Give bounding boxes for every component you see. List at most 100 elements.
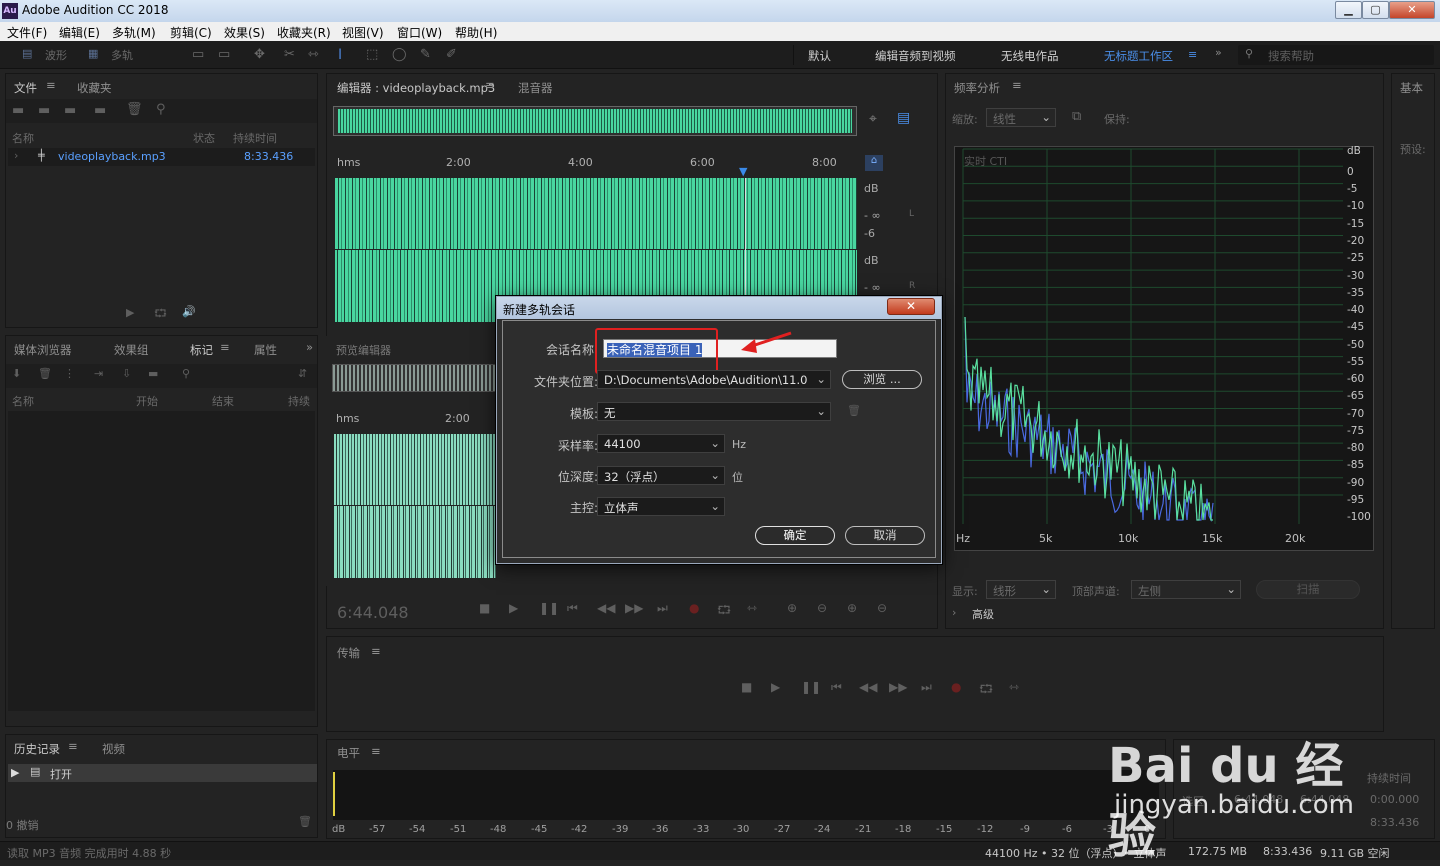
multitrack-mode-button[interactable]: 多轨 bbox=[111, 47, 133, 63]
column-end[interactable]: 结束 bbox=[212, 393, 234, 409]
import-icon[interactable]: ▬ bbox=[38, 103, 50, 118]
snap-icon[interactable]: ⌂ bbox=[865, 155, 883, 171]
skip-forward-icon[interactable]: ⏭ bbox=[657, 601, 668, 616]
workspace-default[interactable]: 默认 bbox=[808, 48, 831, 64]
loop-preview-icon[interactable]: ⮔ bbox=[154, 305, 167, 324]
delete-marker-icon[interactable]: 🗑 bbox=[38, 367, 52, 380]
tab-levels[interactable]: 电平 bbox=[337, 745, 360, 761]
pause-icon[interactable]: ❚❚ bbox=[801, 680, 821, 694]
play-icon[interactable]: ▶ bbox=[509, 601, 518, 615]
multitrack-mode-icon[interactable]: ▦ bbox=[88, 47, 98, 60]
channel-right-toggle[interactable]: R bbox=[909, 281, 915, 291]
navigator-mode-icon[interactable]: ▤ bbox=[897, 110, 910, 126]
panel-menu-icon[interactable]: ≡ bbox=[220, 340, 230, 354]
slip-tool-icon[interactable]: ⇿ bbox=[308, 47, 319, 62]
hold-icon[interactable]: ⧉ bbox=[1072, 109, 1081, 124]
menu-multitrack[interactable]: 多轨(M) bbox=[112, 24, 156, 41]
zoom-select[interactable]: 线性 ⌄ bbox=[986, 108, 1056, 127]
channel-left-toggle[interactable]: L bbox=[909, 209, 914, 219]
column-start[interactable]: 开始 bbox=[136, 393, 158, 409]
master-select[interactable]: 立体声 ⌄ bbox=[597, 497, 725, 516]
menu-window[interactable]: 窗口(W) bbox=[397, 24, 442, 41]
overview-navigator[interactable] bbox=[333, 106, 857, 136]
search-markers-icon[interactable]: ⚲ bbox=[182, 367, 190, 380]
search-help-box[interactable]: ⚲ 搜索帮助 bbox=[1238, 45, 1434, 65]
history-item[interactable]: ▶ ▤ 打开 bbox=[8, 764, 317, 782]
batch-icon[interactable]: ▬ bbox=[148, 367, 158, 380]
tab-files[interactable]: 文件 bbox=[14, 80, 37, 96]
insert-playlist-icon[interactable]: ⇩ bbox=[122, 367, 131, 380]
template-select[interactable]: 无 ⌄ bbox=[597, 402, 831, 421]
tab-editor[interactable]: 编辑器 : videoplayback.mp3 bbox=[337, 80, 495, 96]
zoom-out-amplitude-icon[interactable]: ⊖ bbox=[817, 601, 827, 615]
scan-button[interactable]: 扫描 bbox=[1256, 580, 1360, 599]
display-select[interactable]: 线形 ⌄ bbox=[986, 580, 1056, 599]
chevron-right-icon[interactable]: › bbox=[952, 606, 956, 619]
workspace-untitled[interactable]: 无标题工作区 bbox=[1104, 48, 1173, 64]
tab-mixer[interactable]: 混音器 bbox=[518, 80, 553, 96]
marker-icon[interactable]: ⬇ bbox=[12, 367, 21, 380]
open-file-icon[interactable]: ▬ bbox=[12, 103, 24, 118]
skip-forward-icon[interactable]: ⏭ bbox=[921, 680, 932, 695]
tab-history[interactable]: 历史记录 bbox=[14, 741, 60, 757]
menu-effects[interactable]: 效果(S) bbox=[224, 24, 265, 41]
skip-back-icon[interactable]: ⏮ bbox=[831, 680, 842, 695]
filter-icon[interactable]: ⇵ bbox=[298, 367, 307, 380]
insert-icon[interactable]: ▬ bbox=[94, 103, 106, 118]
file-row[interactable]: › ╪ videoplayback.mp3 8:33.436 bbox=[8, 148, 315, 166]
preview-navigator[interactable] bbox=[332, 364, 496, 392]
pitch-display-icon[interactable]: ▭ bbox=[218, 47, 230, 62]
merge-markers-icon[interactable]: ⋮ bbox=[64, 367, 75, 380]
razor-tool-icon[interactable]: ✂ bbox=[284, 47, 295, 62]
stop-icon[interactable]: ■ bbox=[741, 680, 752, 694]
tab-properties[interactable]: 属性 bbox=[254, 342, 277, 358]
zoom-in-time-icon[interactable]: ⊕ bbox=[847, 601, 857, 615]
fast-forward-icon[interactable]: ▶▶ bbox=[889, 680, 907, 694]
tab-favorites[interactable]: 收藏夹 bbox=[77, 80, 112, 96]
menu-help[interactable]: 帮助(H) bbox=[455, 24, 497, 41]
menu-file[interactable]: 文件(F) bbox=[7, 24, 47, 41]
column-name[interactable]: 名称 bbox=[12, 130, 34, 146]
workspace-edit-audio-to-video[interactable]: 编辑音频到视频 bbox=[875, 48, 956, 64]
skip-selection-icon[interactable]: ⇿ bbox=[1009, 680, 1019, 694]
ok-button[interactable]: 确定 bbox=[755, 526, 835, 545]
tab-media-browser[interactable]: 媒体浏览器 bbox=[14, 342, 72, 358]
volume-icon[interactable]: 🔊 bbox=[182, 305, 196, 318]
tab-video[interactable]: 视频 bbox=[102, 741, 125, 757]
bit-depth-select[interactable]: 32（浮点） ⌄ bbox=[597, 466, 725, 485]
pause-icon[interactable]: ❚❚ bbox=[539, 601, 559, 615]
folder-location-select[interactable]: D:\Documents\Adobe\Audition\11.0 ⌄ bbox=[597, 370, 831, 389]
browse-button[interactable]: 浏览 ... bbox=[842, 370, 922, 389]
menu-clip[interactable]: 剪辑(C) bbox=[170, 24, 212, 41]
column-status[interactable]: 状态 bbox=[193, 130, 215, 146]
skip-back-icon[interactable]: ⏮ bbox=[567, 601, 578, 616]
waveform-mode-button[interactable]: 波形 bbox=[45, 47, 67, 63]
search-files-icon[interactable]: ⚲ bbox=[156, 102, 166, 117]
maximize-button[interactable]: ▢ bbox=[1362, 1, 1389, 19]
rewind-icon[interactable]: ◀◀ bbox=[859, 680, 877, 694]
zoom-out-time-icon[interactable]: ⊖ bbox=[877, 601, 887, 615]
more-workspaces-icon[interactable]: » bbox=[1215, 46, 1222, 59]
spot-heal-tool-icon[interactable]: ✐ bbox=[446, 47, 457, 62]
loop-icon[interactable]: ⮔ bbox=[979, 680, 993, 701]
panel-menu-icon[interactable]: ≡ bbox=[1012, 78, 1022, 92]
panel-menu-icon[interactable]: ≡ bbox=[485, 78, 495, 92]
sample-rate-select[interactable]: 44100 ⌄ bbox=[597, 434, 725, 453]
cancel-button[interactable]: 取消 bbox=[845, 526, 925, 545]
tab-effects-rack[interactable]: 效果组 bbox=[114, 342, 149, 358]
record-icon[interactable]: ● bbox=[951, 680, 961, 694]
tab-markers[interactable]: 标记 bbox=[190, 342, 213, 358]
record-icon[interactable]: ● bbox=[689, 601, 699, 615]
play-preview-icon[interactable]: ▶ bbox=[126, 306, 134, 319]
column-duration[interactable]: 持续时间 bbox=[233, 130, 277, 146]
column-name[interactable]: 名称 bbox=[12, 393, 34, 409]
time-selection-tool-icon[interactable]: Ⅰ bbox=[338, 47, 342, 63]
rewind-icon[interactable]: ◀◀ bbox=[597, 601, 615, 615]
panel-menu-icon[interactable]: ≡ bbox=[46, 78, 56, 92]
more-panels-icon[interactable]: » bbox=[306, 340, 313, 354]
waveform-mode-icon[interactable]: ▤ bbox=[22, 47, 32, 60]
delete-icon[interactable]: 🗑 bbox=[126, 102, 143, 117]
play-icon[interactable]: ▶ bbox=[771, 680, 780, 694]
advanced-toggle[interactable]: 高级 bbox=[972, 606, 994, 622]
zoom-in-amplitude-icon[interactable]: ⊕ bbox=[787, 601, 797, 615]
